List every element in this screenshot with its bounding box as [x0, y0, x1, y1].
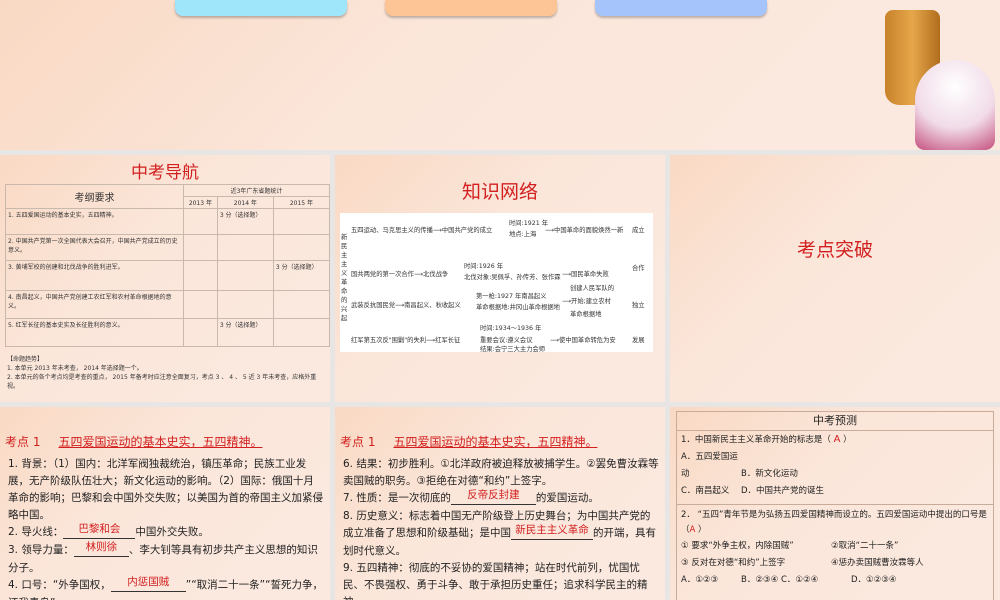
table-row: 4. 南昌起义，中国共产党创建工农红军和农村革命根据地的意义。 [5, 290, 330, 319]
slide-knowledge-network[interactable]: 知识网络 新民主主义革命的兴起 五四运动、马克思主义的传播⟶中国共产党的成立 时… [335, 155, 665, 402]
slide-title: 中考导航 [131, 163, 199, 183]
nav-tab-2[interactable] [385, 0, 557, 16]
nav-tab-1[interactable] [175, 0, 347, 16]
table-row: 5. 红军长征的基本史实及长征胜利的意义。 3 分（选择题） [5, 318, 330, 347]
slide-title: 知识网络 [461, 181, 538, 203]
diagram-side-label: 新民主主义革命的兴起 [341, 234, 348, 322]
nav-tab-3[interactable] [595, 0, 767, 16]
answer: A [689, 525, 696, 535]
year-header: 2014 年 [216, 196, 274, 209]
answer-blank: 内惩国贼 [110, 574, 186, 592]
trend-text: 【命题趋势】 1. 本单元 2013 年未考查， 2014 年选择题一个。 2. 本… [7, 356, 317, 390]
exam-table: 考纲要求 近3年广东省题统计 2013 年 2014 年 2015 年 1. 五四爱… [5, 184, 330, 347]
header-req: 考纲要求 [5, 184, 184, 209]
answer: A [833, 434, 841, 445]
answer-blank: 林则徐 [73, 539, 129, 557]
slide-exam-navigation[interactable]: 中考导航 考纲要求 近3年广东省题统计 2013 年 2014 年 2015 年 1… [0, 155, 330, 402]
slide-breakthrough[interactable]: 考点突破 [670, 155, 1000, 402]
answer-blank: 反帝反封建 [450, 487, 536, 505]
point-body: 6. 结果：初步胜利。①北洋政府被迫释放被捕学生。②罢免曹汝霖等卖国贼的职务。③… [343, 458, 659, 600]
answer-blank: 新民主主义革命 [511, 522, 593, 540]
cream-cup-image [915, 60, 995, 150]
point-heading: 考点 1 五四爱国运动的基本史实，五四精神。 [5, 435, 263, 449]
slide-point1-part2[interactable]: 考点 1 五四爱国运动的基本史实，五四精神。 6. 结果：初步胜利。①北洋政府被迫… [335, 407, 665, 600]
year-header: 2013 年 [183, 196, 218, 209]
slide-point1-part1[interactable]: 考点 1 五四爱国运动的基本史实，五四精神。 1. 背景：（1）国内：北洋军阀独裁… [0, 407, 330, 600]
answer-blank: 巴黎和会 [63, 521, 136, 539]
table-row: 2. 中国共产党第一次全国代表大会召开，中国共产党成立的历史意义。 [5, 234, 330, 261]
table-row: 1. 五四爱国运动的基本史实，五四精神。 3 分（选择题） [5, 208, 330, 235]
point-heading: 考点 1 五四爱国运动的基本史实，五四精神。 [340, 435, 598, 449]
slide-title: 考点突破 [796, 239, 873, 261]
slide-forecast[interactable]: 中考预测 1．中国新民主主义革命开始的标志是（ A ） A．五四爱国运动 B．新文… [670, 407, 1000, 600]
slide-title-partial[interactable] [0, 0, 1000, 150]
knowledge-diagram: 新民主主义革命的兴起 五四运动、马克思主义的传播⟶中国共产党的成立 时间:192… [340, 213, 653, 353]
table-row: 3. 黄埔军校的创建和北伐战争的胜利进军。 3 分（选择题） [5, 260, 330, 291]
point-body: 1. 背景：（1）国内：北洋军阀独裁统治，镇压革命；民族工业发展，无产阶级队伍壮… [8, 458, 324, 600]
forecast-title: 中考预测 [677, 412, 993, 431]
forecast-box: 中考预测 1．中国新民主主义革命开始的标志是（ A ） A．五四爱国运动 B．新文… [676, 411, 994, 600]
header-stats: 近3年广东省题统计 [183, 184, 330, 197]
year-header: 2015 年 [272, 196, 330, 209]
